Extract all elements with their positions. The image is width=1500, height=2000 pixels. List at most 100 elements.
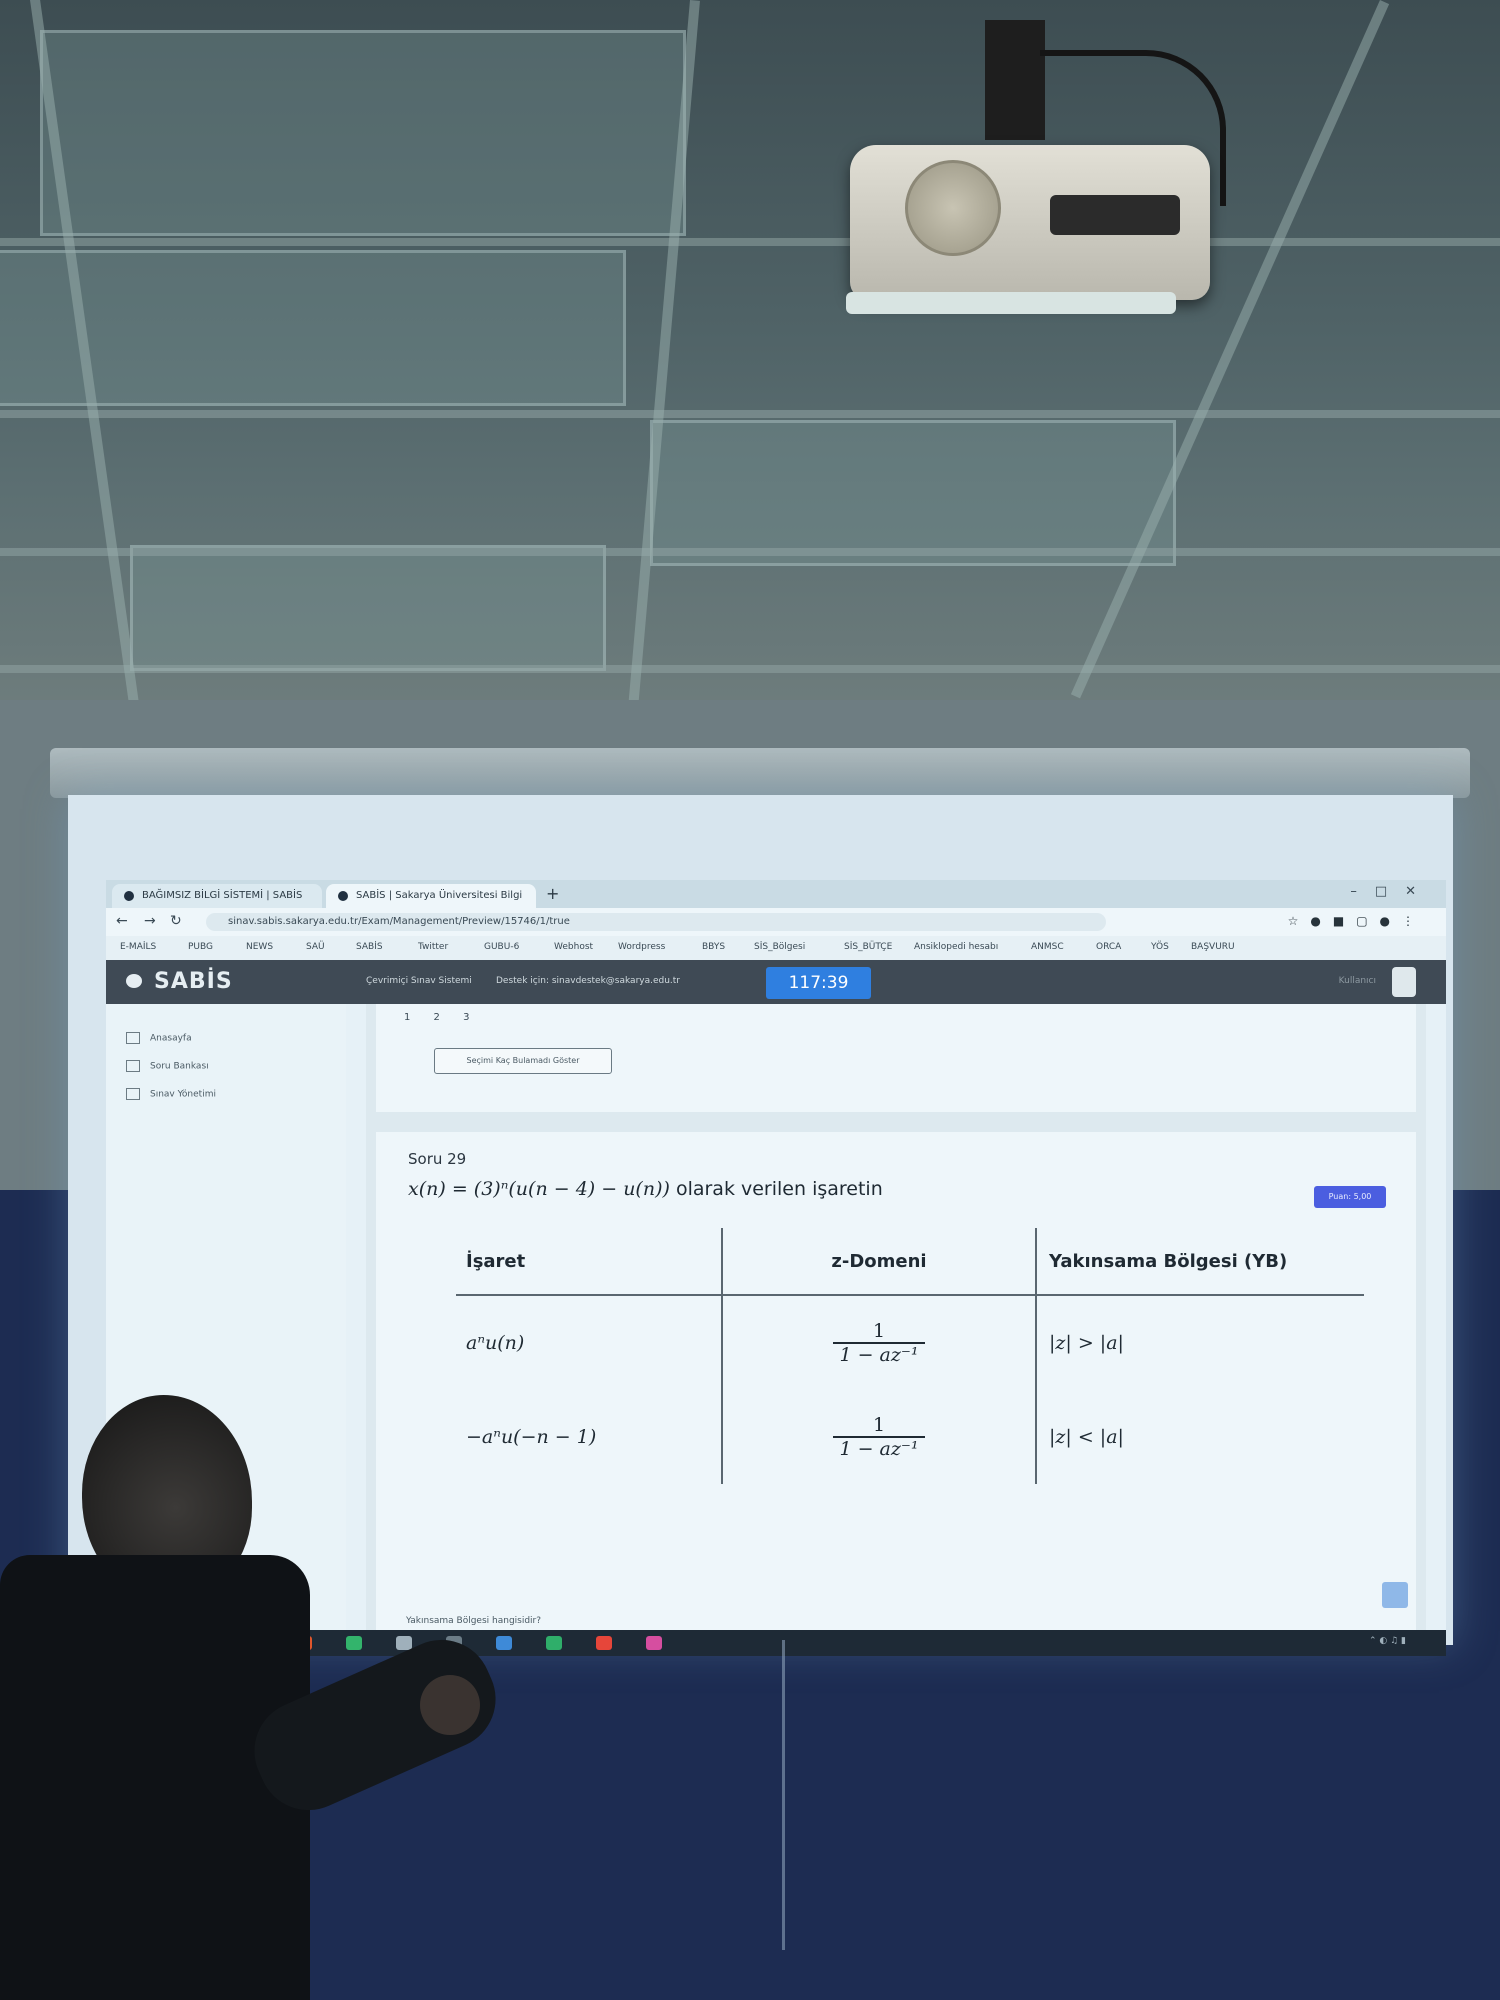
fraction-denominator: 1 − az⁻¹	[839, 1344, 919, 1366]
signal-cell: aⁿu(n)	[456, 1295, 723, 1390]
projector-mount	[985, 20, 1045, 140]
browser-tab[interactable]: BAĞIMSIZ BİLGİ SİSTEMİ | SABİS	[112, 884, 322, 908]
back-icon[interactable]: ←	[116, 913, 128, 929]
table-header: Yakınsama Bölgesi (YB)	[1036, 1228, 1364, 1296]
reload-icon[interactable]: ↻	[170, 913, 182, 929]
bookmark[interactable]: ORCA	[1096, 942, 1121, 952]
bookmark[interactable]: E-MAİLS	[120, 942, 156, 952]
bookmark[interactable]: SABİS	[356, 942, 383, 952]
signal-cell: −aⁿu(−n − 1)	[456, 1390, 723, 1484]
extension-icons[interactable]: ☆●■▢●⋮	[1288, 914, 1426, 928]
document-icon	[126, 1088, 140, 1100]
sidebar-item-home[interactable]: Anasayfa	[126, 1032, 192, 1044]
tab-title: BAĞIMSIZ BİLGİ SİSTEMİ | SABİS	[142, 890, 303, 901]
taskbar-app-icon[interactable]	[646, 1636, 662, 1650]
ceiling-tile	[650, 420, 1176, 566]
question-card: Soru 29 x(n) = (3)ⁿ(u(n − 4) − u(n)) ola…	[376, 1132, 1416, 1630]
nav-link-exam-system[interactable]: Çevrimiçi Sınav Sistemi	[366, 976, 472, 986]
bookmark[interactable]: NEWS	[246, 942, 273, 952]
question-number: Soru 29	[408, 1150, 467, 1168]
bookmark[interactable]: SAÜ	[306, 942, 325, 952]
question-text: x(n) = (3)ⁿ(u(n − 4) − u(n)) olarak veri…	[408, 1178, 883, 1200]
taskbar-app-icon[interactable]	[496, 1636, 512, 1650]
bookmark[interactable]: BBYS	[702, 942, 725, 952]
projector-lens	[905, 160, 1001, 256]
bookmark[interactable]: PUBG	[188, 942, 213, 952]
roc-cell: |z| < |a|	[1049, 1426, 1124, 1448]
projection-screen-case	[50, 748, 1470, 798]
projection-screen: BAĞIMSIZ BİLGİ SİSTEMİ | SABİS SABİS | S…	[68, 795, 1453, 1656]
tab-favicon	[124, 891, 134, 901]
address-bar-row: ← → ↻ sinav.sabis.sakarya.edu.tr/Exam/Ma…	[106, 908, 1446, 936]
fraction: 1 1 − az⁻¹	[833, 1414, 925, 1460]
table-header: z-Domeni	[722, 1228, 1037, 1296]
ceiling	[0, 0, 1500, 700]
forward-icon[interactable]: →	[144, 913, 156, 929]
bookmark[interactable]: Wordpress	[618, 942, 665, 952]
tab-title: SABİS | Sakarya Üniversitesi Bilgi	[356, 890, 523, 901]
table-row: −aⁿu(−n − 1) 1 1 − az⁻¹ |z| < |a|	[456, 1390, 1364, 1484]
user-name[interactable]: Kullanıcı	[1339, 976, 1376, 986]
projector	[846, 145, 1210, 314]
app-header: SABİS Çevrimiçi Sınav Sistemi Destek içi…	[106, 960, 1446, 1004]
bookmark[interactable]: ANMSC	[1031, 942, 1064, 952]
table-header-row: İşaret z-Domeni Yakınsama Bölgesi (YB)	[456, 1228, 1364, 1296]
bookmark[interactable]: Twitter	[418, 942, 448, 952]
ceiling-rail	[0, 548, 1500, 556]
table-row: aⁿu(n) 1 1 − az⁻¹ |z| > |a|	[456, 1295, 1364, 1390]
z-domain-cell: 1 1 − az⁻¹	[722, 1295, 1037, 1390]
sidebar-item-question-bank[interactable]: Soru Bankası	[126, 1060, 209, 1072]
fraction-numerator: 1	[833, 1414, 925, 1438]
bookmark[interactable]: YÖS	[1151, 942, 1169, 952]
taskbar-app-icon[interactable]	[546, 1636, 562, 1650]
system-tray[interactable]: ⌃ ◐ ♫ ▮	[1369, 1636, 1406, 1646]
flag-icon	[126, 1060, 140, 1072]
bookmark[interactable]: Ansiklopedi hesabı	[914, 942, 998, 952]
projector-ports	[1050, 195, 1180, 235]
sidebar-item-label: Sınav Yönetimi	[150, 1089, 216, 1100]
tab-bar: BAĞIMSIZ BİLGİ SİSTEMİ | SABİS SABİS | S…	[106, 880, 1446, 908]
taskbar-app-icon[interactable]	[396, 1636, 412, 1650]
ceiling-tile	[130, 545, 606, 671]
bookmark[interactable]: Webhost	[554, 942, 593, 952]
bookmarks-bar: E-MAİLS PUBG NEWS SAÜ SABİS Twitter GUBU…	[106, 936, 1446, 960]
fraction-numerator: 1	[833, 1320, 925, 1344]
url-input[interactable]: sinav.sabis.sakarya.edu.tr/Exam/Manageme…	[206, 913, 1106, 931]
answer-prompt: Yakınsama Bölgesi hangisidir?	[406, 1616, 542, 1626]
person-hand	[420, 1675, 480, 1735]
roc-cell: |z| > |a|	[1049, 1332, 1124, 1354]
taskbar-app-icon[interactable]	[346, 1636, 362, 1650]
fraction-denominator: 1 − az⁻¹	[839, 1438, 919, 1460]
bookmark[interactable]: BAŞVURU	[1191, 942, 1235, 952]
projector-base	[846, 292, 1176, 314]
user-avatar-icon[interactable]	[1392, 967, 1416, 997]
main-content: 1 2 3 Seçimi Kaç Bulamadı Göster Soru 29…	[366, 1004, 1426, 1630]
question-description: olarak verilen işaretin	[669, 1178, 883, 1200]
question-pager[interactable]: 1 2 3	[404, 1012, 479, 1023]
question-nav-card: 1 2 3 Seçimi Kaç Bulamadı Göster	[376, 1004, 1416, 1112]
sabis-logo-icon	[126, 974, 142, 988]
window-controls[interactable]: –□✕	[1350, 884, 1434, 899]
browser-tab-active[interactable]: SABİS | Sakarya Üniversitesi Bilgi	[326, 884, 536, 908]
browser-window: BAĞIMSIZ BİLGİ SİSTEMİ | SABİS SABİS | S…	[106, 880, 1446, 1630]
transform-table: İşaret z-Domeni Yakınsama Bölgesi (YB) a…	[456, 1228, 1364, 1484]
new-tab-icon[interactable]: +	[546, 884, 559, 903]
z-domain-cell: 1 1 − az⁻¹	[722, 1390, 1037, 1484]
ceiling-rail	[0, 665, 1500, 673]
nav-link-support[interactable]: Destek için: sinavdestek@sakarya.edu.tr	[496, 976, 680, 986]
fraction: 1 1 − az⁻¹	[833, 1320, 925, 1366]
show-unanswered-button[interactable]: Seçimi Kaç Bulamadı Göster	[434, 1048, 612, 1074]
taskbar-app-icon[interactable]	[596, 1636, 612, 1650]
bookmark[interactable]: SİS_Bölgesi	[754, 942, 805, 952]
ceiling-tile	[40, 30, 686, 236]
tab-favicon	[338, 891, 348, 901]
ceiling-rail	[0, 410, 1500, 418]
scroll-up-button[interactable]	[1382, 1582, 1408, 1608]
score-badge: Puan: 5,00	[1314, 1186, 1386, 1208]
bookmark[interactable]: GUBU-6	[484, 942, 519, 952]
sidebar-item-label: Soru Bankası	[150, 1061, 209, 1072]
sidebar-item-exam-management[interactable]: Sınav Yönetimi	[126, 1088, 216, 1100]
bookmark[interactable]: SİS_BÜTÇE	[844, 942, 892, 952]
app-logo: SABİS	[154, 969, 233, 994]
sidebar-item-label: Anasayfa	[150, 1033, 192, 1044]
